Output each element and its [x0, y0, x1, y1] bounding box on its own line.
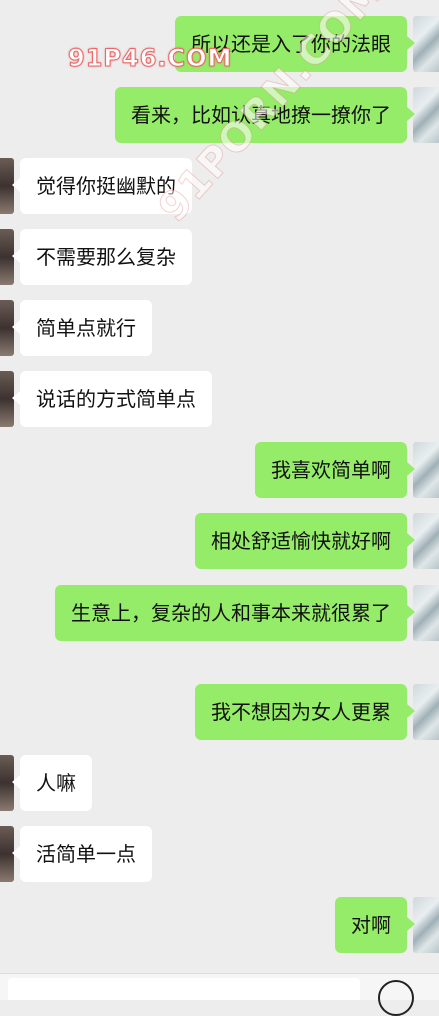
message-row: 说话的方式简单点 — [0, 371, 212, 427]
message-bubble[interactable]: 对啊 — [335, 897, 415, 953]
my-avatar[interactable] — [413, 684, 439, 740]
message-bubble[interactable]: 说话的方式简单点 — [12, 371, 212, 427]
message-bubble[interactable]: 我喜欢简单啊 — [255, 442, 415, 498]
watermark-logo: 91P46.COM — [67, 44, 233, 73]
message-row: 生意上，复杂的人和事本来就很累了 — [55, 585, 439, 641]
message-bubble[interactable]: 生意上，复杂的人和事本来就很累了 — [55, 585, 415, 641]
emoji-icon[interactable] — [378, 980, 414, 1016]
message-bubble[interactable]: 人嘛 — [12, 755, 92, 811]
message-input[interactable] — [8, 978, 360, 1000]
my-avatar[interactable] — [413, 87, 439, 143]
message-bubble[interactable]: 不需要那么复杂 — [12, 229, 192, 285]
my-avatar[interactable] — [413, 897, 439, 953]
message-row: 人嘛 — [0, 755, 92, 811]
my-avatar[interactable] — [413, 442, 439, 498]
message-bubble[interactable]: 活简单一点 — [12, 826, 152, 882]
my-avatar[interactable] — [413, 16, 439, 72]
message-row: 不需要那么复杂 — [0, 229, 192, 285]
my-avatar[interactable] — [413, 585, 439, 641]
message-row: 我喜欢简单啊 — [255, 442, 439, 498]
message-row: 简单点就行 — [0, 300, 152, 356]
message-bubble[interactable]: 简单点就行 — [12, 300, 152, 356]
message-row: 相处舒适愉快就好啊 — [195, 513, 439, 569]
message-bubble[interactable]: 相处舒适愉快就好啊 — [195, 513, 415, 569]
message-bubble[interactable]: 我不想因为女人更累 — [195, 684, 415, 740]
message-row: 活简单一点 — [0, 826, 152, 882]
message-row: 对啊 — [335, 897, 439, 953]
input-bar — [0, 973, 439, 1016]
my-avatar[interactable] — [413, 513, 439, 569]
message-row: 我不想因为女人更累 — [195, 684, 439, 740]
